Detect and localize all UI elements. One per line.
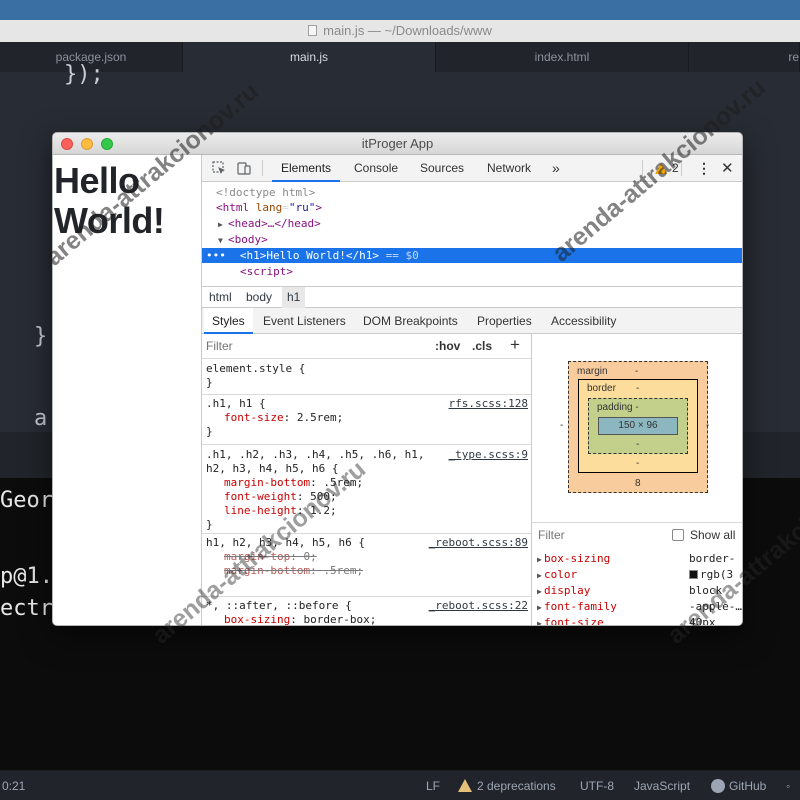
tab-dom-breakpoints[interactable]: DOM Breakpoints bbox=[363, 308, 458, 334]
file-icon bbox=[308, 25, 318, 36]
dom-node-head[interactable]: ▶ <head>…</head> bbox=[202, 216, 742, 232]
style-rule-h1[interactable]: .h1, h1 {rfs.scss:128 font-size: 2.5rem;… bbox=[202, 397, 531, 445]
status-github[interactable]: GitHub bbox=[711, 771, 766, 800]
tab-accessibility[interactable]: Accessibility bbox=[551, 308, 616, 334]
source-link[interactable]: _type.scss:9 bbox=[449, 448, 528, 462]
style-rule-universal[interactable]: *, ::after, ::before {_reboot.scss:22 bo… bbox=[202, 599, 531, 625]
toolbar-separator bbox=[262, 160, 263, 176]
status-bar: 0:21 LF 2 deprecations UTF-8 JavaScript … bbox=[0, 770, 800, 800]
kebab-menu-icon[interactable]: ⋮ bbox=[697, 155, 711, 182]
warning-icon bbox=[458, 779, 472, 792]
status-time: 0:21 bbox=[2, 779, 26, 793]
computed-prop-row[interactable]: ▶ color rgb(3 bbox=[532, 567, 742, 583]
tab-elements[interactable]: Elements bbox=[272, 155, 341, 182]
expand-triangle-icon: ▶ bbox=[537, 571, 542, 580]
computed-pane: margin - - - border - padding - 150 × 96… bbox=[532, 334, 742, 626]
class-toggle[interactable]: .cls bbox=[472, 339, 492, 353]
terminal-line: ectr bbox=[0, 596, 53, 621]
dom-node-script[interactable]: <script> bbox=[202, 264, 742, 279]
source-link[interactable]: _reboot.scss:89 bbox=[429, 536, 528, 550]
status-grammar[interactable]: JavaScript bbox=[634, 771, 690, 800]
status-encoding[interactable]: UTF-8 bbox=[580, 771, 614, 800]
status-line-ending[interactable]: LF bbox=[426, 771, 440, 800]
expand-triangle-icon[interactable]: ▶ bbox=[218, 217, 228, 232]
tab-styles[interactable]: Styles bbox=[204, 308, 253, 334]
style-rule-headings[interactable]: .h1, .h2, .h3, .h4, .h5, .h6, h1, _type.s… bbox=[202, 448, 531, 534]
box-model-margin[interactable]: margin - - - border - padding - 150 × 96… bbox=[560, 361, 709, 493]
dom-node-html[interactable]: <html lang="ru"> bbox=[202, 200, 742, 215]
styles-filter-input[interactable] bbox=[206, 336, 424, 356]
devtools-panel: Elements Console Sources Network » 2 ⋮ ✕… bbox=[201, 155, 742, 626]
sidebar-tab-bar: Styles Event Listeners DOM Breakpoints P… bbox=[202, 308, 742, 334]
show-all-checkbox[interactable] bbox=[672, 529, 684, 541]
computed-prop-row[interactable]: ▶ box-sizing border- bbox=[532, 551, 742, 567]
tab-event-listeners[interactable]: Event Listeners bbox=[263, 308, 346, 334]
terminal-line: Geor bbox=[0, 488, 53, 513]
add-rule-button[interactable]: + bbox=[510, 335, 520, 355]
show-all-label: Show all bbox=[690, 528, 736, 542]
breadcrumb-h1[interactable]: h1 bbox=[282, 287, 306, 308]
editor-tab-main-js[interactable]: main.js bbox=[183, 42, 436, 72]
editor-window-title: main.js — ~/Downloads/www bbox=[323, 23, 492, 38]
style-rule-element[interactable]: element.style { } bbox=[202, 362, 531, 395]
breadcrumb-html[interactable]: html bbox=[205, 287, 236, 308]
source-link[interactable]: rfs.scss:128 bbox=[449, 397, 528, 411]
breadcrumb: html body h1 bbox=[202, 286, 742, 308]
close-devtools-icon[interactable]: ✕ bbox=[721, 155, 734, 182]
github-icon bbox=[711, 779, 725, 793]
status-deprecations[interactable]: 2 deprecations bbox=[458, 771, 556, 800]
expand-triangle-icon: ▶ bbox=[537, 587, 542, 596]
code-line: a bbox=[34, 406, 48, 431]
tab-console[interactable]: Console bbox=[354, 155, 398, 182]
editor-tab-index-html[interactable]: index.html bbox=[436, 42, 689, 72]
expand-triangle-icon: ▶ bbox=[537, 603, 542, 612]
box-model-border[interactable]: border - padding - 150 × 96 - - bbox=[578, 379, 698, 473]
ellipsis-icon: ••• bbox=[206, 249, 226, 262]
computed-filter-row: Show all bbox=[532, 522, 742, 547]
source-link[interactable]: _reboot.scss:22 bbox=[429, 599, 528, 613]
tab-properties[interactable]: Properties bbox=[477, 308, 532, 334]
device-toolbar-icon[interactable] bbox=[237, 161, 251, 175]
box-model-diagram: margin - - - border - padding - 150 × 96… bbox=[532, 334, 742, 522]
dom-node-h1-selected[interactable]: ••• <h1>Hello World!</h1> == $0 bbox=[202, 248, 742, 263]
tab-network[interactable]: Network bbox=[487, 155, 531, 182]
dom-tree: <!doctype html> <html lang="ru"> ▶ <head>… bbox=[202, 182, 742, 286]
hover-state-toggle[interactable]: :hov bbox=[435, 339, 460, 353]
more-tabs-button[interactable]: » bbox=[552, 155, 560, 182]
dom-node-body[interactable]: ▼ <body> bbox=[202, 232, 742, 248]
code-line: } bbox=[34, 324, 48, 349]
terminal-line: p@1. bbox=[0, 564, 53, 589]
tab-sources[interactable]: Sources bbox=[420, 155, 464, 182]
desktop-strip bbox=[0, 0, 800, 20]
git-icon[interactable]: ◦ bbox=[786, 771, 790, 800]
editor-tab-partial[interactable]: re bbox=[689, 42, 800, 72]
color-swatch[interactable] bbox=[689, 570, 698, 579]
computed-filter-input[interactable] bbox=[538, 526, 658, 544]
editor-title-bar: main.js — ~/Downloads/www bbox=[0, 20, 800, 42]
collapse-triangle-icon[interactable]: ▼ bbox=[218, 233, 228, 248]
styles-filter-row: :hov .cls + bbox=[202, 334, 531, 359]
expand-triangle-icon: ▶ bbox=[537, 555, 542, 564]
editor-tab-bar: package.json main.js index.html re bbox=[0, 42, 800, 72]
inspect-element-icon[interactable] bbox=[212, 161, 226, 175]
box-model-content[interactable]: 150 × 96 bbox=[598, 417, 678, 435]
code-line: }); bbox=[64, 62, 104, 87]
breadcrumb-body[interactable]: body bbox=[242, 287, 276, 308]
expand-triangle-icon: ▶ bbox=[537, 619, 542, 626]
box-model-padding[interactable]: padding - 150 × 96 - bbox=[588, 398, 688, 454]
